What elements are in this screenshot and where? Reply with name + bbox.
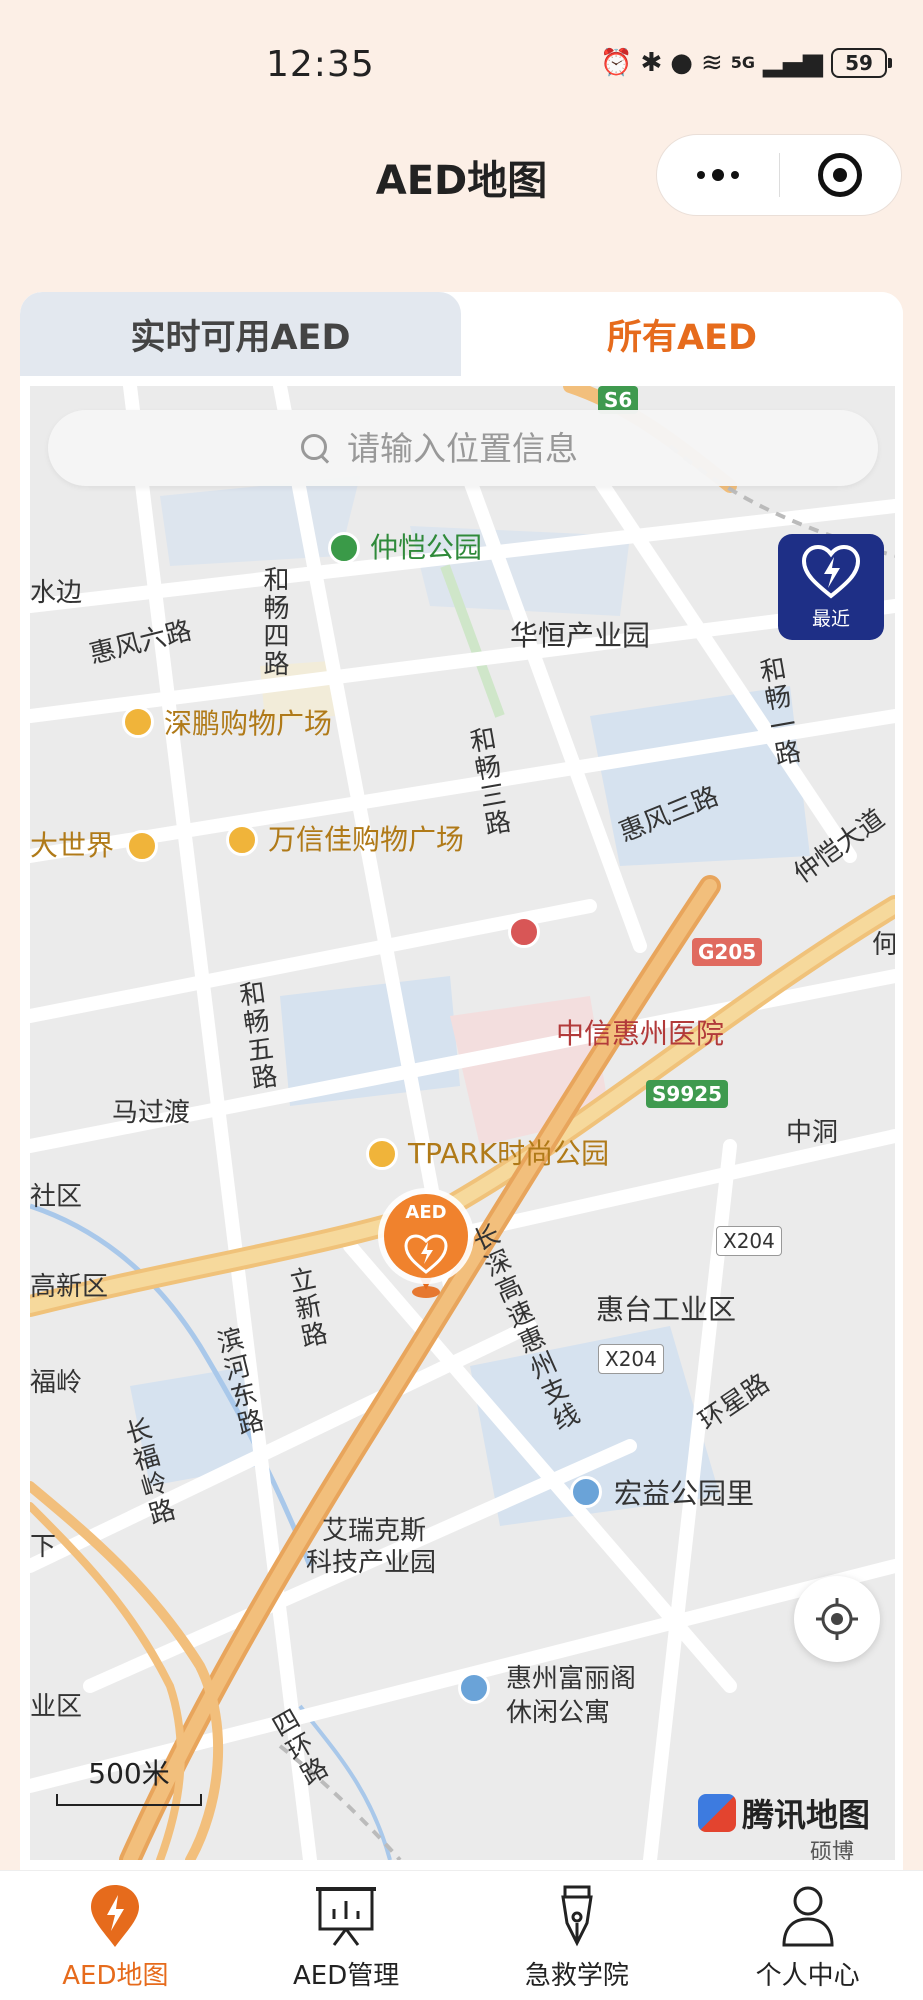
map-label: 高新区 bbox=[30, 1272, 109, 1302]
nav-personal-center[interactable]: 个人中心 bbox=[692, 1871, 923, 2000]
status-icons: ⏰ ✱ ● ≋ 5G ▂▄▆ 59 bbox=[600, 48, 892, 78]
map-label: 惠州富丽阁 bbox=[506, 1664, 637, 1694]
map-label: 下 bbox=[30, 1532, 57, 1562]
hospital-poi-icon bbox=[508, 916, 540, 948]
more-dot-icon bbox=[711, 169, 724, 181]
park-poi-icon bbox=[366, 1138, 398, 1170]
residence-poi-icon bbox=[570, 1476, 602, 1508]
more-dot-icon bbox=[730, 171, 739, 179]
hotel-poi-icon bbox=[458, 1672, 490, 1704]
crosshair-icon bbox=[816, 1598, 858, 1640]
map-view[interactable]: S6 G205 S9925 X204 X204 仲恺公园 水边 惠风六路 和畅四… bbox=[30, 386, 895, 1860]
nav-first-aid-academy[interactable]: 急救学院 bbox=[462, 1871, 693, 2000]
aed-location-marker[interactable]: AED bbox=[376, 1186, 476, 1298]
close-miniprogram-button[interactable] bbox=[780, 135, 902, 215]
map-scale: 500米 bbox=[56, 1752, 202, 1806]
shopping-poi-icon bbox=[122, 706, 154, 738]
map-label: 大世界 bbox=[30, 829, 115, 862]
heart-bolt-icon bbox=[801, 544, 861, 599]
locate-me-button[interactable] bbox=[794, 1576, 880, 1662]
battery-indicator: 59 bbox=[831, 48, 892, 78]
tab-all-aed[interactable]: 所有AED bbox=[461, 292, 903, 376]
map-label: 仲恺公园 bbox=[370, 531, 483, 564]
map-label: 宏益公园里 bbox=[614, 1477, 755, 1510]
signal-icon: ▂▄▆ bbox=[763, 48, 823, 78]
status-time: 12:35 bbox=[266, 44, 375, 85]
tab-realtime-aed[interactable]: 实时可用AED bbox=[20, 292, 461, 376]
map-label: 和畅四路 bbox=[259, 566, 289, 678]
presentation-board-icon bbox=[316, 1887, 377, 1946]
park-poi-icon bbox=[328, 532, 360, 564]
nav-label: 个人中心 bbox=[755, 1961, 860, 1991]
miniprogram-capsule bbox=[656, 134, 902, 216]
scale-bar bbox=[56, 1794, 202, 1806]
nav-label: 急救学院 bbox=[524, 1961, 629, 1991]
map-provider-logo: 腾讯地图 bbox=[698, 1790, 870, 1836]
more-options-button[interactable] bbox=[657, 135, 779, 215]
provider-name: 腾讯地图 bbox=[742, 1796, 871, 1834]
map-label: 何 bbox=[872, 930, 895, 960]
tencent-map-logo-icon bbox=[698, 1794, 736, 1832]
bottom-navigation: AED地图 AED管理 急救学院 个人中心 bbox=[0, 1870, 923, 2000]
map-label: 中洞 bbox=[786, 1118, 839, 1148]
map-label: 硕博 bbox=[810, 1840, 855, 1860]
map-label: 华恒产业园 bbox=[510, 619, 651, 652]
aed-pin-icon: AED bbox=[378, 1188, 474, 1298]
location-icon: ● bbox=[670, 48, 693, 78]
target-close-icon bbox=[818, 153, 863, 197]
map-label: 科技产业园 bbox=[306, 1548, 437, 1578]
map-label: 休闲公寓 bbox=[506, 1698, 611, 1728]
scale-label: 500米 bbox=[88, 1757, 170, 1790]
map-label: 深鹏购物广场 bbox=[164, 707, 333, 740]
nav-aed-management[interactable]: AED管理 bbox=[231, 1871, 462, 2000]
map-label: 业区 bbox=[30, 1692, 83, 1722]
map-label: 福岭 bbox=[30, 1368, 83, 1398]
map-label: 惠台工业区 bbox=[596, 1293, 737, 1326]
person-icon bbox=[782, 1886, 834, 1947]
shopping-poi-icon bbox=[126, 830, 158, 862]
network-type: 5G bbox=[730, 53, 755, 72]
nav-label: AED地图 bbox=[62, 1961, 169, 1991]
status-bar: 12:35 ⏰ ✱ ● ≋ 5G ▂▄▆ 59 bbox=[0, 0, 923, 130]
map-label: 社区 bbox=[30, 1182, 83, 1212]
search-input[interactable] bbox=[347, 428, 627, 468]
map-label: 万信佳购物广场 bbox=[268, 823, 465, 856]
location-search-bar[interactable] bbox=[48, 410, 878, 486]
road-shield-x204: X204 bbox=[598, 1344, 664, 1374]
more-dot-icon bbox=[696, 171, 705, 179]
search-icon bbox=[299, 432, 331, 464]
nav-label: AED管理 bbox=[293, 1961, 400, 1991]
bluetooth-icon: ✱ bbox=[640, 48, 663, 78]
road-shield-x204: X204 bbox=[716, 1226, 782, 1256]
nav-aed-map[interactable]: AED地图 bbox=[0, 1871, 231, 2000]
wifi-icon: ≋ bbox=[700, 48, 723, 78]
map-label: 中信惠州医院 bbox=[556, 1017, 725, 1050]
shopping-poi-icon bbox=[226, 824, 258, 856]
nearest-aed-button[interactable]: 最近 bbox=[778, 534, 884, 640]
aed-marker-label: AED bbox=[405, 1202, 446, 1223]
pen-nib-icon bbox=[561, 1885, 593, 1947]
alarm-icon: ⏰ bbox=[600, 48, 633, 78]
road-shield-s9925: S9925 bbox=[646, 1080, 729, 1108]
map-label: 马过渡 bbox=[112, 1098, 191, 1128]
map-label: 水边 bbox=[30, 578, 83, 608]
aed-map-icon bbox=[91, 1885, 140, 1947]
map-label: TPARK时尚公园 bbox=[408, 1137, 610, 1170]
road-shield-g205: G205 bbox=[692, 938, 763, 966]
nearest-label: 最近 bbox=[811, 607, 850, 630]
